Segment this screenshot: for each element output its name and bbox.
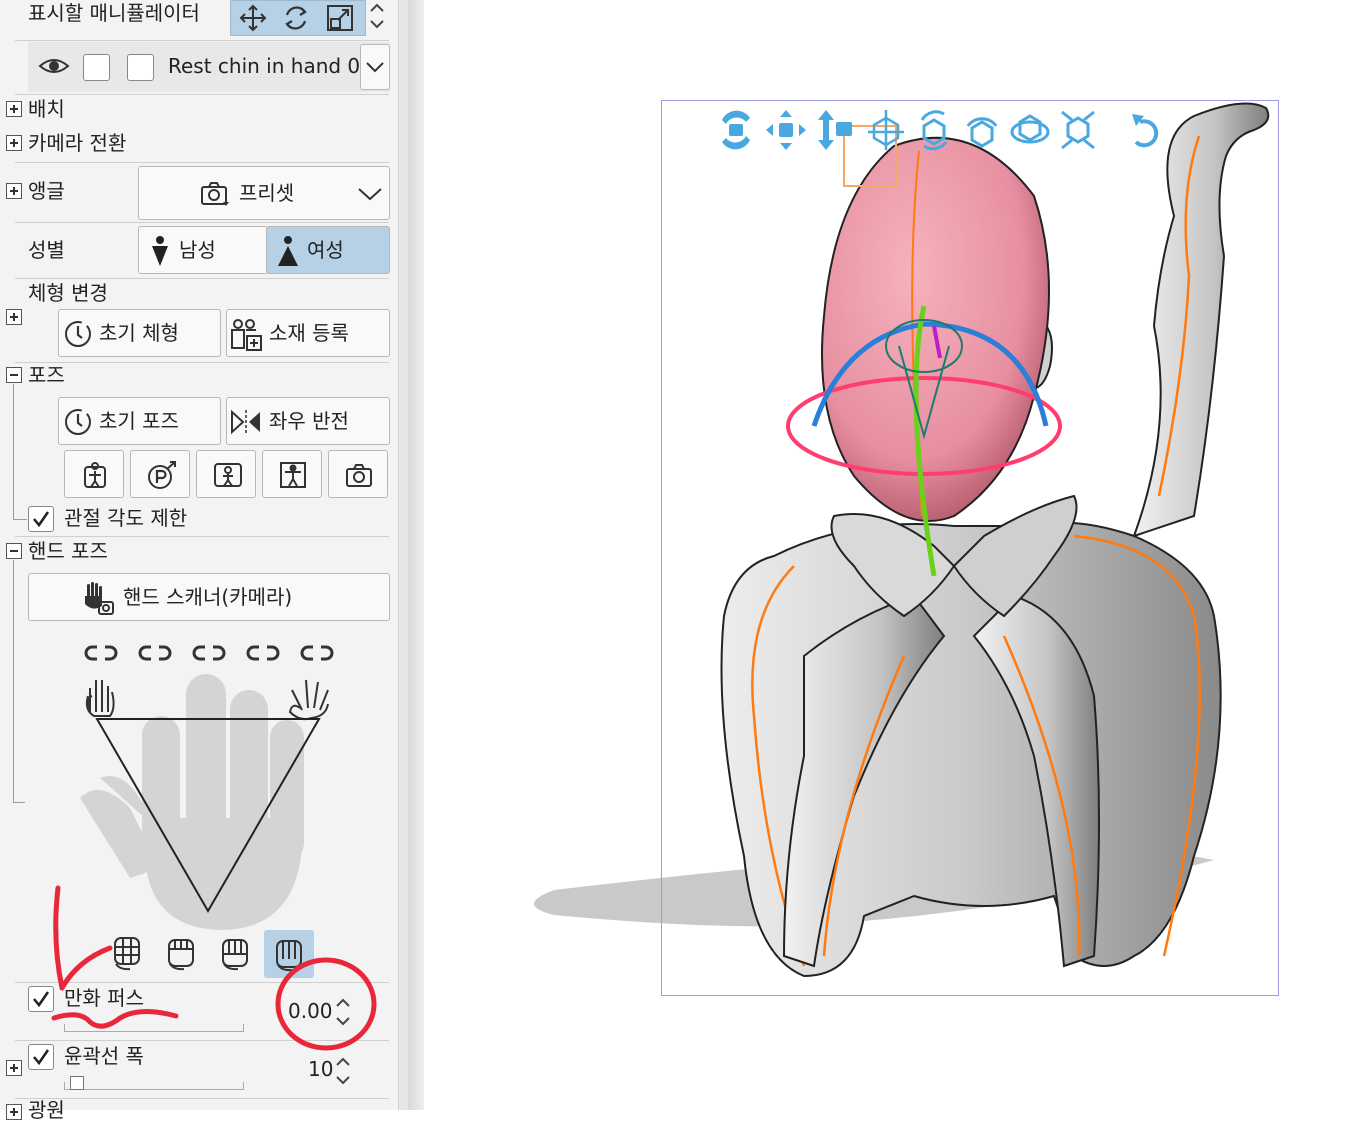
pose-scan-icon [214,463,242,487]
section-body-shape: 체형 변경 [28,281,108,305]
expand-camera-toggle[interactable] [6,135,22,151]
pose-p-icon [148,461,176,489]
spread-hand-icon [288,679,329,721]
person-button[interactable] [262,450,322,498]
chevron-down-icon [366,62,384,73]
canvas-viewport[interactable] [424,0,1358,1110]
rotate-icon[interactable] [281,3,311,33]
flip-horizontal-icon [231,409,260,435]
camera-icon [346,464,372,487]
section-light-cut: 광원 [28,1098,65,1122]
pose-edit-checkbox[interactable] [127,54,154,81]
reset-dial-icon [65,409,91,435]
check-icon [33,1049,50,1066]
hand-scanner-label: 핸드 스캐너(카메라) [123,585,293,609]
move-xy-icon[interactable] [866,108,906,152]
pose-reset-label: 초기 포즈 [99,409,179,433]
outline-width-value[interactable]: 10 [308,1059,333,1079]
panel-divider[interactable] [408,0,424,1110]
joint-limit-checkbox[interactable] [28,506,54,532]
expand-light-toggle[interactable] [6,1104,22,1120]
ring-lock-icon[interactable] [244,642,282,664]
register-material-button[interactable]: 소재 등록 [226,309,390,357]
body-fix-icon [84,462,106,488]
viewport-toolbar [716,104,1196,154]
pose-lock-checkbox[interactable] [83,54,110,81]
undo-icon[interactable] [1126,108,1166,152]
collapse-pose-toggle[interactable] [6,367,22,383]
pose-name: Rest chin in hand 01 [168,54,373,78]
outline-width-checkbox[interactable] [28,1044,54,1070]
section-gender: 성별 [28,238,65,262]
section-pose: 포즈 [28,363,65,387]
section-layout: 배치 [28,97,65,121]
collapse-hand-pose-toggle[interactable] [6,543,22,559]
tool-property-panel: 표시할 매니퓰레이터 Rest chin in hand 01 배치 카메라 전… [0,0,400,1120]
manipulator-spinner[interactable] [368,0,386,34]
camera-icon [201,182,229,206]
eye-icon[interactable] [38,54,70,78]
camera-rotate-icon[interactable] [716,108,756,152]
body-fix-button[interactable] [64,450,124,498]
section-angle: 앵글 [28,179,65,203]
check-icon [33,511,50,528]
joint-limit-label: 관절 각도 제한 [64,506,188,530]
hand-scanner-icon [85,582,114,615]
rotate-horizontal-icon[interactable] [1010,108,1050,152]
expand-outline-toggle[interactable] [6,1060,22,1076]
middle-lock-icon[interactable] [190,642,228,664]
manipulator-toolbar [230,0,366,36]
body-reset-label: 초기 체형 [99,321,179,345]
index-lock-icon[interactable] [136,642,174,664]
pose-p-button[interactable] [130,450,190,498]
pose-reset-button[interactable]: 초기 포즈 [58,397,221,445]
fist-3-icon[interactable] [218,934,252,972]
person-icon [280,462,306,488]
expand-layout-toggle[interactable] [6,101,22,117]
3d-figure[interactable] [654,96,1294,1006]
rotate-model-icon[interactable] [914,108,954,152]
section-hand-pose: 핸드 포즈 [28,539,108,563]
rotate-3d-icon[interactable] [962,108,1002,152]
outline-width-slider[interactable] [64,1082,244,1090]
reset-dial-icon [65,321,91,347]
snap-floor-icon[interactable] [1058,108,1098,152]
hand-scanner-button[interactable]: 핸드 스캐너(카메라) [28,573,390,621]
expand-body-shape-toggle[interactable] [6,309,22,325]
female-icon [278,236,298,266]
gender-female-label: 여성 [307,238,344,262]
pose-dropdown-button[interactable] [360,44,390,90]
scale-icon[interactable] [325,3,355,33]
open-hand-icon [85,680,115,717]
outline-width-slider-thumb[interactable] [70,1076,84,1090]
camera-dolly-icon[interactable] [814,108,858,152]
body-reset-button[interactable]: 초기 체형 [58,309,221,357]
outline-width-spinner[interactable] [334,1054,352,1088]
manipulator-label: 표시할 매니퓰레이터 [28,1,200,25]
section-camera-switch: 카메라 전환 [28,131,127,155]
angle-preset-label: 프리셋 [239,181,295,205]
register-figure-icon [231,319,262,351]
register-material-label: 소재 등록 [269,321,349,345]
thumb-lock-icon[interactable] [82,642,120,664]
expand-angle-toggle[interactable] [6,183,22,199]
red-annotation-circle [275,957,377,1051]
flip-button[interactable]: 좌우 반전 [226,397,390,445]
outline-width-label: 윤곽선 폭 [64,1044,144,1068]
pinky-lock-icon[interactable] [298,642,336,664]
gender-female-button[interactable]: 여성 [266,226,390,274]
gender-male-label: 남성 [179,238,216,262]
gender-male-button[interactable]: 남성 [138,226,268,274]
camera-pan-icon[interactable] [764,108,808,152]
flip-label: 좌우 반전 [269,409,349,433]
move-arrows-icon[interactable] [237,3,269,33]
chevron-down-icon [358,188,382,201]
angle-preset-dropdown[interactable]: 프리셋 [138,166,390,220]
red-annotation-arrow [51,885,179,1029]
pose-scan-button[interactable] [196,450,256,498]
camera-pose-button[interactable] [328,450,388,498]
male-icon [152,236,168,266]
